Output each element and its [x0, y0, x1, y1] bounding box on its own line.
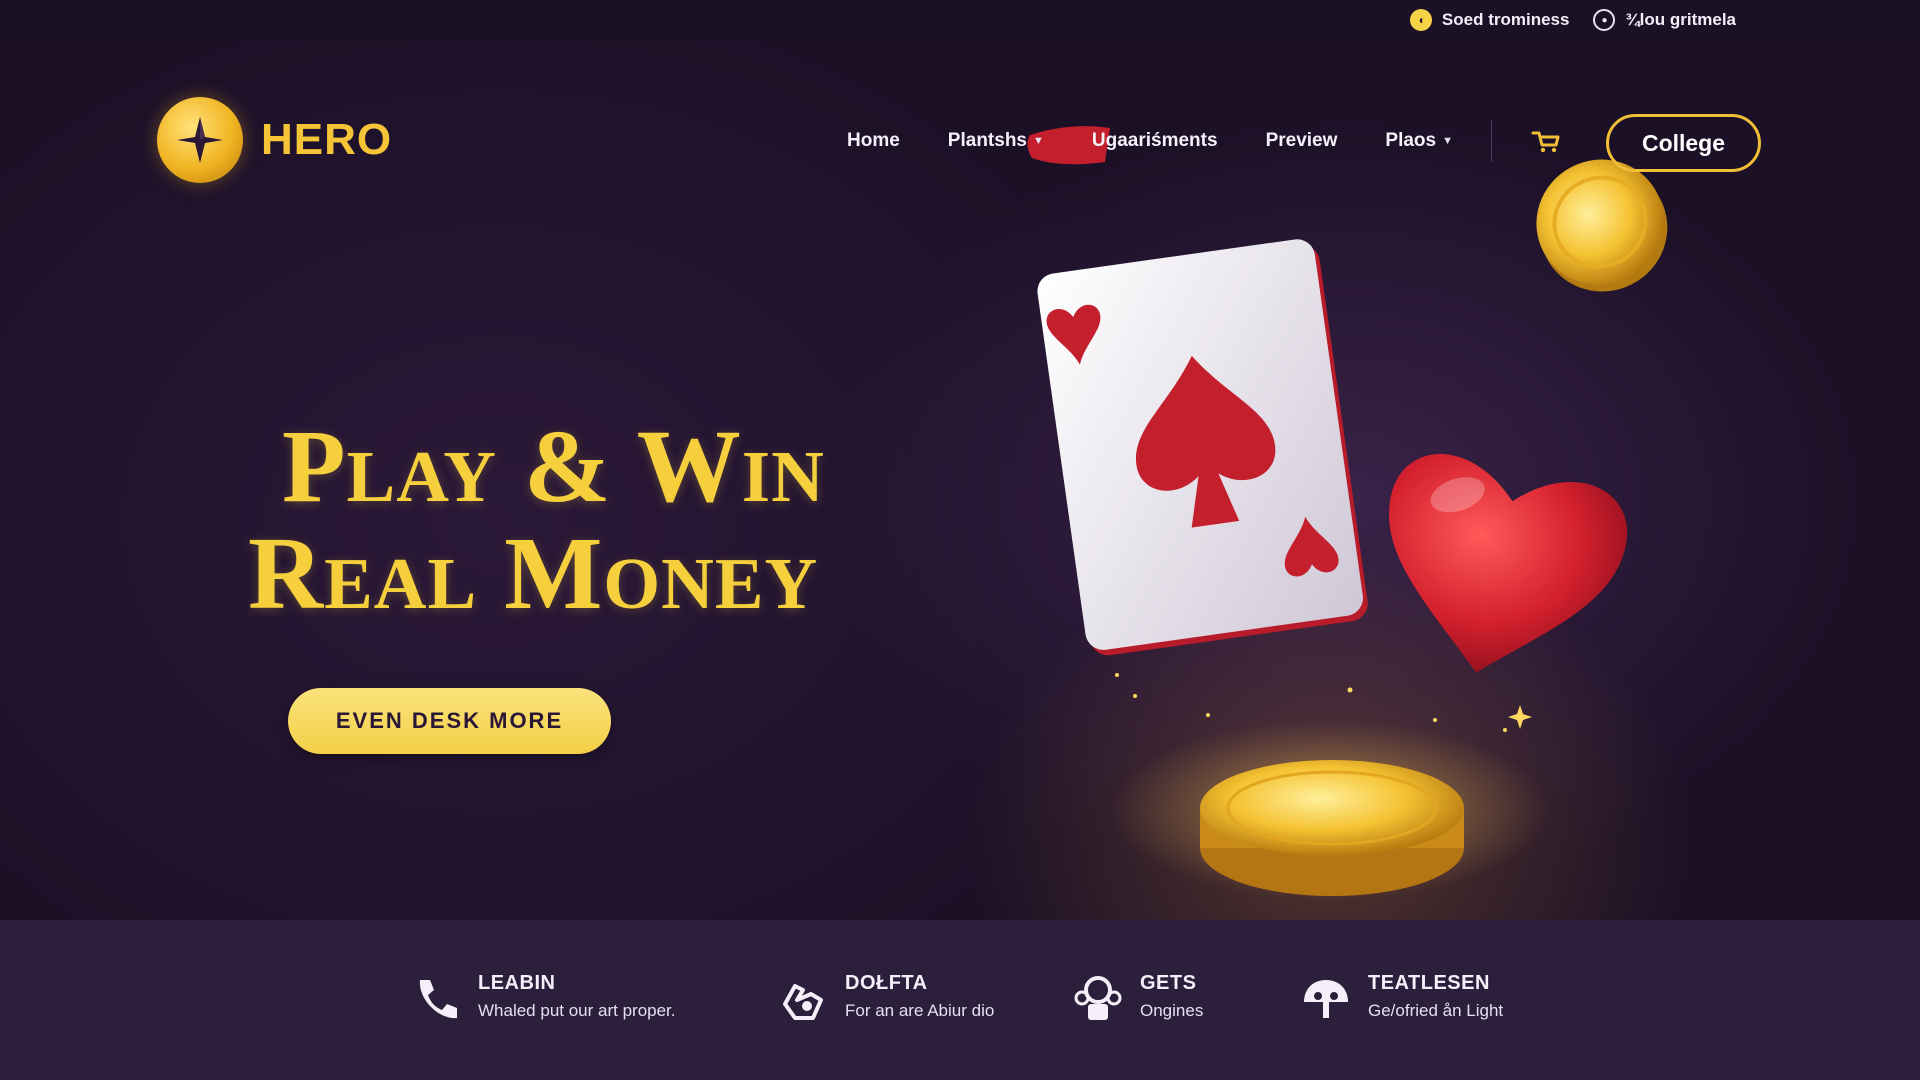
topbar-item-2-label: ¾lou gritmela: [1625, 10, 1736, 29]
brand-name: HERO: [261, 115, 393, 164]
feature-title: LEABIN: [478, 972, 556, 994]
sparkles: [1115, 673, 1532, 732]
headline-line-1: Play & Win: [282, 409, 825, 524]
topbar-item-2[interactable]: ● ¾lou gritmela: [1593, 9, 1736, 31]
feature-subtitle: Ongines: [1140, 1001, 1204, 1020]
eye-icon: ●: [1593, 9, 1616, 31]
cart-icon[interactable]: [1530, 127, 1562, 155]
feature-subtitle: Ge/ofried ån Light: [1368, 1001, 1504, 1020]
nav-item-plaos[interactable]: Plaos ▼: [1385, 130, 1453, 152]
top-info-bar: ◖ Soed trominess ● ¾lou gritmela: [0, 0, 1920, 40]
topbar-item-1[interactable]: ◖ Soed trominess: [1409, 9, 1570, 31]
feature-item-1[interactable]: LEABIN Whaled put our art proper.: [410, 972, 676, 1026]
star-compass-icon: [157, 97, 243, 183]
nav-item-plantshs[interactable]: Plantshs ▼: [948, 130, 1044, 152]
feature-title: GETS: [1140, 972, 1197, 994]
feature-item-3[interactable]: GETS Ongines: [1072, 972, 1203, 1026]
nav-item-label: Preview: [1265, 130, 1338, 151]
feature-title: TEATLESEN: [1368, 972, 1490, 994]
nav-item-label: Plantshs: [947, 130, 1027, 151]
nav-item-ugaarisments[interactable]: Ugaariśments: [1092, 130, 1218, 152]
nav-item-label: Ugaariśments: [1091, 130, 1218, 151]
hero-section: HERO Home Plantshs ▼ Ugaariśments Previe…: [0, 40, 1920, 920]
nav-item-home[interactable]: Home: [847, 130, 900, 152]
nav-item-label: Plaos: [1385, 130, 1437, 151]
chevron-down-icon: ▼: [1442, 135, 1453, 147]
gamepad-hand-icon: [783, 984, 823, 1020]
heart-icon: [1389, 454, 1628, 673]
hero-cta-button[interactable]: EVEN DESK MORE: [288, 688, 611, 754]
feature-subtitle: For an are Abiur dio: [845, 1001, 995, 1020]
college-button[interactable]: College: [1606, 114, 1761, 172]
feature-item-2[interactable]: DOŁFTA For an are Abiur dio: [777, 972, 994, 1026]
feature-subtitle: Whaled put our art proper.: [478, 1001, 676, 1020]
cloud-umbrella-icon: [1304, 980, 1348, 1018]
nav-item-label: Home: [847, 130, 900, 151]
clock-icon: ◖: [1409, 9, 1432, 31]
coin-platform-icon: [1200, 760, 1464, 896]
phone-icon: [419, 980, 457, 1019]
playing-card-icon: [1037, 239, 1368, 656]
headline-line-2: Real Money: [248, 516, 819, 631]
nav-divider: [1490, 120, 1492, 162]
brand-logo[interactable]: HERO: [157, 97, 392, 183]
hero-headline: Play & Win Real Money: [248, 409, 888, 631]
chevron-down-icon: ▼: [1033, 135, 1044, 147]
nav-item-preview[interactable]: Preview: [1266, 130, 1338, 152]
trophy-icon: [1074, 976, 1122, 1020]
feature-item-4[interactable]: TEATLESEN Ge/ofried ån Light: [1300, 972, 1503, 1026]
main-nav: Home Plantshs ▼ Ugaariśments Preview Pla…: [847, 120, 1614, 162]
feature-title: DOŁFTA: [845, 972, 928, 994]
topbar-item-1-label: Soed trominess: [1441, 10, 1570, 29]
